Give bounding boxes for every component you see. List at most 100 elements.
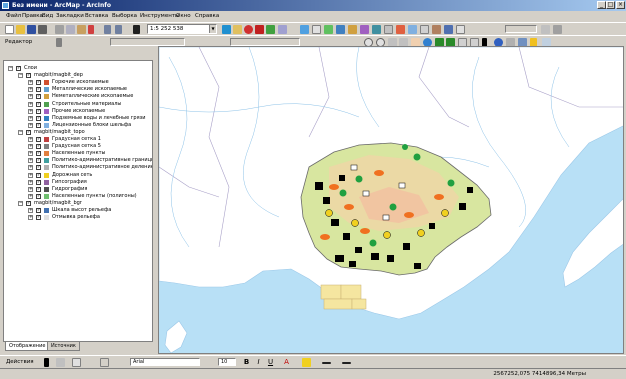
toc-layer-item[interactable]: + ✓ Строительные материалы (4, 101, 152, 108)
map-view[interactable] (158, 46, 624, 354)
expand-toggle[interactable]: + (28, 137, 33, 142)
layer-checkbox[interactable]: ✓ (36, 215, 41, 221)
cut-icon[interactable] (55, 25, 64, 34)
expand-toggle[interactable]: − (18, 200, 23, 206)
menu-tools[interactable]: Инструменты (140, 13, 179, 19)
fill-color-icon[interactable] (302, 358, 311, 367)
toc-layer-item[interactable]: + ✓ Шкала высот рельефа (4, 207, 152, 214)
add-data-icon[interactable] (133, 25, 140, 34)
layer-checkbox[interactable]: ✓ (36, 179, 41, 185)
expand-toggle[interactable]: + (28, 186, 33, 192)
tool-icon-g[interactable] (396, 25, 405, 34)
layer-checkbox[interactable]: ✓ (36, 208, 41, 213)
maximize-button[interactable]: □ (606, 1, 615, 9)
expand-toggle[interactable]: + (28, 94, 33, 100)
expand-toggle[interactable]: − (18, 129, 23, 135)
tool-icon-b[interactable] (336, 25, 345, 34)
layer-checkbox[interactable]: ✓ (36, 122, 41, 128)
tab-source[interactable]: Источник (47, 342, 80, 351)
catalog-icon[interactable] (233, 25, 242, 34)
expand-toggle[interactable]: + (28, 122, 33, 128)
tool-icon-e[interactable] (372, 25, 381, 34)
expand-toggle[interactable]: + (28, 144, 33, 150)
expand-toggle[interactable]: + (28, 172, 33, 178)
expand-toggle[interactable]: + (28, 193, 33, 199)
expand-toggle[interactable]: + (28, 151, 33, 157)
rectangle-icon[interactable] (72, 358, 81, 367)
tool-icon-d[interactable] (360, 25, 369, 34)
editor-label[interactable]: Редактор (5, 39, 32, 45)
tool-icon-k[interactable] (444, 25, 453, 34)
menu-file[interactable]: Файл (6, 13, 21, 19)
redo-icon[interactable] (115, 25, 122, 34)
font-color-icon[interactable]: A (282, 358, 291, 367)
layer-checkbox[interactable]: ✓ (26, 73, 31, 79)
line-color-icon[interactable] (322, 362, 331, 364)
tab-display[interactable]: Отображение (5, 342, 50, 351)
editor-toolbar-icon[interactable] (222, 25, 231, 34)
drawing-menu[interactable]: Действия (6, 359, 34, 365)
expand-toggle[interactable]: + (28, 158, 33, 164)
open-icon[interactable] (16, 25, 25, 34)
print-icon[interactable] (38, 25, 47, 34)
whats-this-icon[interactable] (278, 25, 287, 34)
tool-icon-j[interactable] (432, 25, 441, 34)
layer-checkbox[interactable]: ✓ (36, 94, 41, 100)
undo-icon[interactable] (104, 25, 111, 34)
toc-layer-item[interactable]: + ✓ Политико-административные границы (4, 157, 152, 164)
italic-icon[interactable]: I (254, 358, 263, 367)
toc-layer-item[interactable]: + ✓ Гидрография (4, 186, 152, 193)
layer-checkbox[interactable]: ✓ (36, 115, 41, 121)
python-icon[interactable] (255, 25, 264, 34)
layer-checkbox[interactable]: ✓ (26, 129, 31, 135)
layer-checkbox[interactable]: ✓ (36, 101, 41, 107)
tool-icon-a[interactable] (324, 25, 333, 34)
toc-layer-item[interactable]: + ✓ Металлические ископаемые (4, 86, 152, 93)
expand-toggle[interactable]: + (28, 165, 33, 171)
expand-toggle[interactable]: + (28, 215, 33, 221)
layer-checkbox[interactable]: ✓ (36, 172, 41, 178)
layer-checkbox[interactable]: ✓ (36, 165, 41, 171)
toc-layer-item[interactable]: + ✓ Неметаллические ископаемые (4, 93, 152, 100)
toc-layer-item[interactable]: + ✓ Населенные пункты (4, 150, 152, 157)
layer-checkbox[interactable]: ✓ (36, 108, 41, 114)
toc-layer-item[interactable]: + ✓ Дорожная сеть (4, 172, 152, 179)
expand-toggle[interactable]: + (28, 80, 33, 86)
text-tool-icon[interactable] (100, 358, 109, 367)
copy-icon[interactable] (66, 25, 75, 34)
toc-group-layer[interactable]: − ✓ magbit/magbit_bgr (4, 200, 152, 207)
layer-checkbox[interactable]: ✓ (16, 66, 21, 71)
toc-layer-item[interactable]: + ✓ Населенные пункты (полигоны) (4, 193, 152, 200)
close-button[interactable]: × (616, 1, 625, 9)
menu-bookmarks[interactable]: Закладки (56, 13, 84, 19)
layer-checkbox[interactable]: ✓ (36, 144, 41, 150)
tool-icon-i[interactable] (420, 25, 429, 34)
tool-combo[interactable] (505, 25, 537, 33)
tool-icon-l[interactable] (456, 25, 465, 34)
expand-toggle[interactable]: + (28, 115, 33, 121)
layer-checkbox[interactable]: ✓ (36, 186, 41, 192)
bold-icon[interactable]: B (242, 358, 251, 367)
layer-checkbox[interactable]: ✓ (36, 158, 41, 164)
layer-checkbox[interactable]: ✓ (26, 200, 31, 206)
tool-icon-f[interactable] (384, 25, 393, 34)
expand-toggle[interactable]: + (28, 179, 33, 185)
select-elements-icon[interactable] (44, 358, 49, 367)
sketch-tool-icon[interactable] (56, 38, 62, 47)
tool-icon-n[interactable] (553, 25, 562, 34)
expand-toggle[interactable]: − (18, 73, 23, 79)
chevron-down-icon[interactable]: ▼ (209, 25, 216, 33)
expand-toggle[interactable]: + (28, 108, 33, 114)
expand-toggle[interactable]: + (28, 101, 33, 107)
minimize-button[interactable]: _ (597, 1, 606, 9)
toc-group-layer[interactable]: − ✓ magbit/magbit_dep (4, 72, 152, 79)
underline-icon[interactable]: U (266, 358, 275, 367)
new-icon[interactable] (5, 25, 14, 34)
menu-window[interactable]: Окно (176, 13, 191, 19)
layer-checkbox[interactable]: ✓ (36, 151, 41, 157)
delete-icon[interactable] (88, 25, 94, 34)
tool-icon-m[interactable] (541, 25, 550, 34)
model-builder-icon[interactable] (266, 25, 275, 34)
toc-layer-item[interactable]: + ✓ Отмывка рельефа (4, 214, 152, 221)
font-size-combo[interactable]: 10 (218, 358, 236, 366)
